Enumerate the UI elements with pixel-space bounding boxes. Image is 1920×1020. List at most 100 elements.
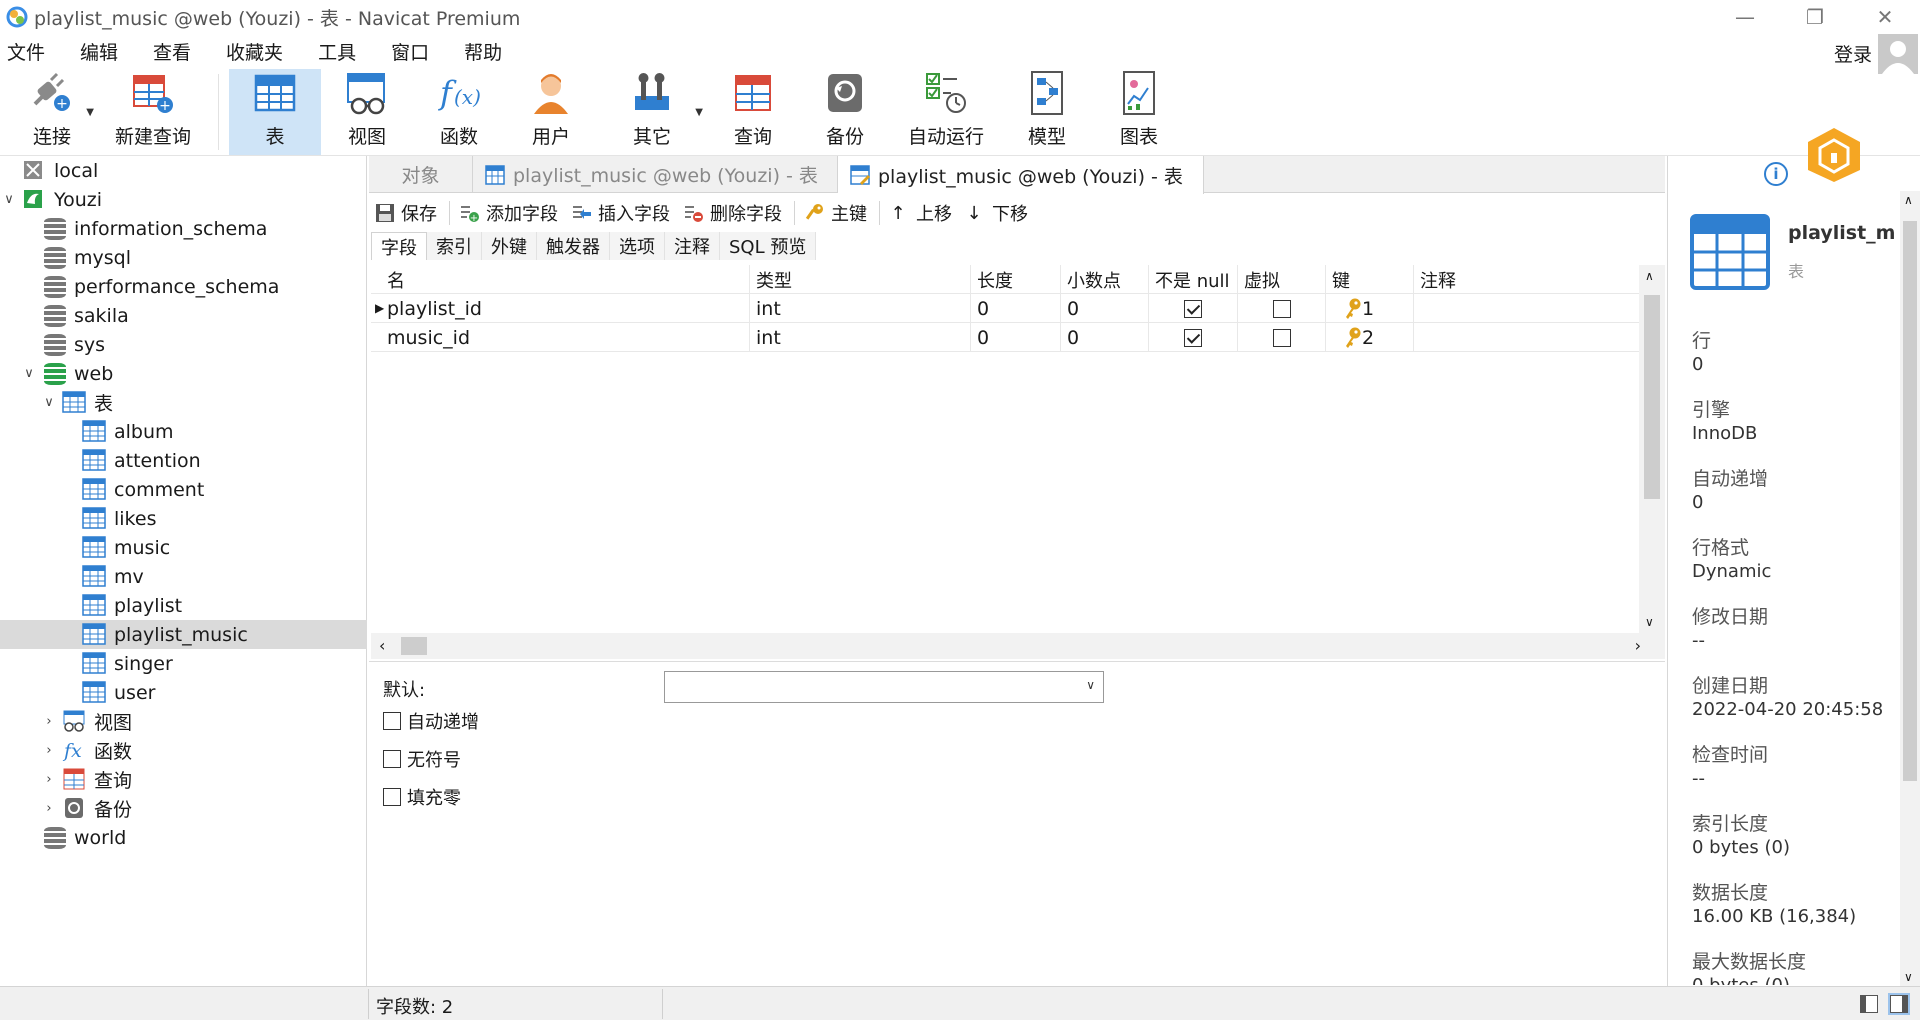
- minimize-button[interactable]: —: [1710, 0, 1780, 34]
- tree-node-tables[interactable]: ∨ 表: [0, 388, 367, 417]
- new-query-button[interactable]: + 新建查询: [98, 69, 208, 155]
- table-row[interactable]: ▶ playlist_id int 0 0 1: [371, 294, 1642, 323]
- delete-field-button[interactable]: 删除字段: [678, 198, 790, 228]
- field-comment-cell[interactable]: [1414, 323, 1642, 352]
- tree-node-database[interactable]: information_schema: [0, 214, 367, 243]
- checkbox[interactable]: [383, 712, 401, 730]
- virtual-checkbox[interactable]: [1272, 299, 1291, 318]
- tab-foreign-keys[interactable]: 外键: [482, 232, 537, 260]
- menu-tools[interactable]: 工具: [311, 38, 370, 65]
- table-row[interactable]: music_id int 0 0 2: [371, 323, 1642, 352]
- chevron-down-icon[interactable]: ∨: [1904, 970, 1913, 984]
- column-header-decimals[interactable]: 小数点: [1061, 265, 1149, 294]
- tree-node-table-user[interactable]: user: [0, 678, 367, 707]
- tree-node-database[interactable]: mysql: [0, 243, 367, 272]
- menu-file[interactable]: 文件: [0, 38, 59, 65]
- tab-playlist-music-1[interactable]: playlist_music @web (Youzi) - 表: [473, 156, 838, 193]
- tree-node-web[interactable]: ∨ web: [0, 359, 367, 388]
- virtual-checkbox[interactable]: [1272, 328, 1291, 347]
- tree-node-database[interactable]: sakila: [0, 301, 367, 330]
- tree-node-local[interactable]: local: [0, 156, 367, 185]
- chevron-right-icon[interactable]: ›: [42, 772, 56, 787]
- grid-vertical-scrollbar[interactable]: ∧ ∨: [1639, 265, 1665, 633]
- not-null-checkbox[interactable]: [1184, 299, 1202, 318]
- login-link[interactable]: 登录: [1834, 40, 1872, 67]
- tree-node-table-singer[interactable]: singer: [0, 649, 367, 678]
- field-decimals-cell[interactable]: 0: [1061, 294, 1149, 323]
- tree-node-functions[interactable]: › fx 函数: [0, 736, 367, 765]
- unsigned-checkbox[interactable]: 无符号: [383, 746, 461, 772]
- save-button[interactable]: 保存: [369, 198, 445, 228]
- column-header-key[interactable]: 键: [1326, 265, 1414, 294]
- field-length-cell[interactable]: 0: [971, 323, 1061, 352]
- field-not-null-cell[interactable]: [1149, 323, 1238, 352]
- tab-triggers[interactable]: 触发器: [537, 232, 610, 260]
- scrollbar-thumb[interactable]: [401, 637, 427, 655]
- tab-fields[interactable]: 字段: [371, 232, 427, 260]
- field-virtual-cell[interactable]: [1238, 323, 1326, 352]
- field-length-cell[interactable]: 0: [971, 294, 1061, 323]
- model-button[interactable]: 模型: [1001, 69, 1093, 155]
- view-button[interactable]: 视图: [321, 69, 413, 155]
- user-button[interactable]: 用户: [505, 69, 597, 155]
- field-key-cell[interactable]: 1: [1326, 294, 1414, 323]
- field-comment-cell[interactable]: [1414, 294, 1642, 323]
- tab-playlist-music-2[interactable]: playlist_music @web (Youzi) - 表: [838, 156, 1204, 194]
- floating-assistant-icon[interactable]: [1806, 126, 1862, 184]
- column-header-length[interactable]: 长度: [971, 265, 1061, 294]
- chevron-down-icon[interactable]: ∨: [1645, 615, 1654, 629]
- tab-comment[interactable]: 注释: [665, 232, 720, 260]
- field-decimals-cell[interactable]: 0: [1061, 323, 1149, 352]
- info-icon[interactable]: i: [1764, 162, 1788, 186]
- menu-view[interactable]: 查看: [146, 38, 205, 65]
- chevron-right-icon[interactable]: ›: [42, 714, 56, 729]
- info-panel-scrollbar[interactable]: ∧ ∨: [1900, 191, 1920, 986]
- automation-button[interactable]: 自动运行: [891, 69, 1001, 155]
- chevron-right-icon[interactable]: ›: [1635, 636, 1641, 655]
- chevron-down-icon[interactable]: ∨: [22, 366, 36, 381]
- tree-node-views[interactable]: › 视图: [0, 707, 367, 736]
- tree-node-backups[interactable]: › 备份: [0, 794, 367, 823]
- others-button[interactable]: 其它 ▼: [597, 69, 707, 155]
- auto-increment-checkbox[interactable]: 自动递增: [383, 708, 479, 734]
- tree-node-database[interactable]: sys: [0, 330, 367, 359]
- checkbox[interactable]: [383, 788, 401, 806]
- column-header-type[interactable]: 类型: [750, 265, 971, 294]
- insert-field-button[interactable]: 插入字段: [566, 198, 678, 228]
- field-key-cell[interactable]: 2: [1326, 323, 1414, 352]
- column-header-virtual[interactable]: 虚拟: [1238, 265, 1326, 294]
- zerofill-checkbox[interactable]: 填充零: [383, 784, 461, 810]
- tree-node-table-music[interactable]: music: [0, 533, 367, 562]
- menu-favorites[interactable]: 收藏夹: [219, 38, 297, 65]
- field-name-cell[interactable]: playlist_id: [371, 294, 750, 323]
- chevron-down-icon[interactable]: ▼: [86, 107, 94, 118]
- default-value-select[interactable]: ∨: [664, 671, 1104, 703]
- query-button[interactable]: 查询: [707, 69, 799, 155]
- column-header-not-null[interactable]: 不是 null: [1149, 265, 1238, 294]
- tree-node-youzi[interactable]: ∨ Youzi: [0, 185, 367, 214]
- chevron-up-icon[interactable]: ∧: [1904, 193, 1913, 207]
- tree-node-queries[interactable]: › 查询: [0, 765, 367, 794]
- chevron-left-icon[interactable]: ‹: [379, 636, 385, 655]
- tab-objects[interactable]: 对象: [369, 156, 473, 193]
- tab-indexes[interactable]: 索引: [427, 232, 482, 260]
- table-button[interactable]: 表: [229, 69, 321, 155]
- chevron-right-icon[interactable]: ›: [42, 743, 56, 758]
- scrollbar-thumb[interactable]: [1903, 221, 1917, 781]
- menu-window[interactable]: 窗口: [384, 38, 443, 65]
- add-field-button[interactable]: + 添加字段: [454, 198, 566, 228]
- layout-right-panel-icon[interactable]: [1888, 993, 1910, 1015]
- chevron-right-icon[interactable]: ›: [42, 801, 56, 816]
- grid-horizontal-scrollbar[interactable]: ‹ ›: [371, 633, 1665, 659]
- column-header-comment[interactable]: 注释: [1414, 265, 1642, 294]
- not-null-checkbox[interactable]: [1184, 328, 1202, 347]
- field-name-cell[interactable]: music_id: [371, 323, 750, 352]
- column-header-name[interactable]: 名: [371, 265, 750, 294]
- move-up-button[interactable]: ↑ 上移: [884, 198, 960, 228]
- field-type-cell[interactable]: int: [750, 294, 971, 323]
- tree-node-table-likes[interactable]: likes: [0, 504, 367, 533]
- chevron-down-icon[interactable]: ▼: [695, 107, 703, 118]
- tab-options[interactable]: 选项: [610, 232, 665, 260]
- tree-node-table-mv[interactable]: mv: [0, 562, 367, 591]
- primary-key-button[interactable]: 主键: [799, 198, 875, 228]
